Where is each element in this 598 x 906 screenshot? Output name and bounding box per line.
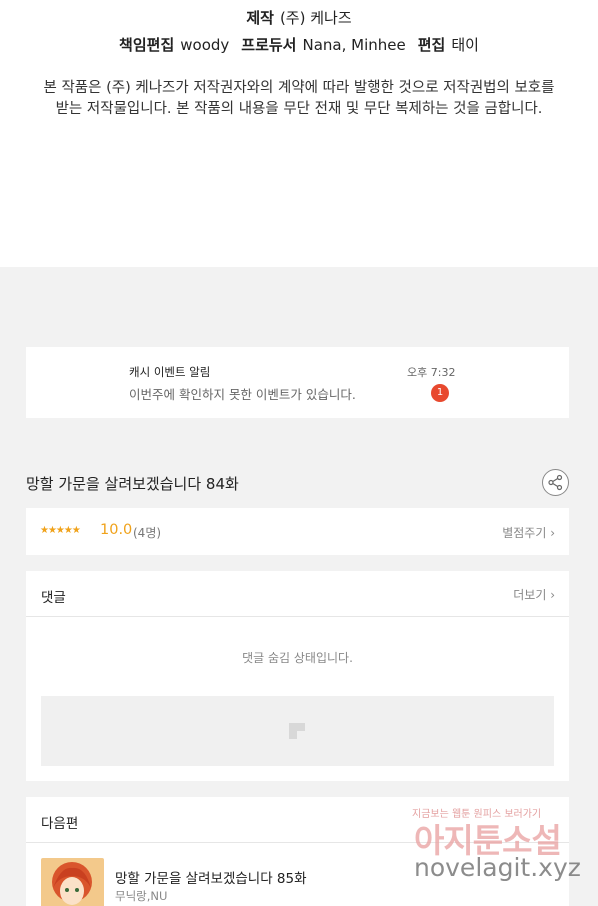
comments-header: 댓글 bbox=[41, 590, 66, 606]
rating-score: 10.0 bbox=[100, 522, 133, 538]
staff-credit: 책임편집 woody 프로듀서 Nana, Minhee 편집 태이 bbox=[119, 36, 479, 54]
rating-card: ★★★★★ 10.0 (4명) 별점주기 › bbox=[26, 508, 569, 555]
event-notification-card[interactable]: 캐시 이벤트 알림 이번주에 확인하지 못한 이벤트가 있습니다. 오후 7:3… bbox=[26, 347, 569, 418]
copyright-notice: 본 작품은 (주) 케나즈가 저작권자와의 계약에 따라 발행한 것으로 저작권… bbox=[43, 80, 555, 117]
episode-credits-section: 제작 (주) 케나즈 책임편집 woody 프로듀서 Nana, Minhee 편집 태이 … bbox=[0, 0, 598, 267]
thumbnail-image bbox=[41, 858, 104, 906]
share-icon bbox=[548, 474, 563, 491]
event-badge: 1 bbox=[431, 384, 449, 402]
comments-hidden-message: 댓글 숨김 상태입니다. bbox=[242, 651, 353, 665]
event-time: 오후 7:32 bbox=[407, 366, 456, 379]
episode-title: 망할 가문을 살려보겠습니다 84화 bbox=[26, 475, 239, 493]
rate-button[interactable]: 별점주기 › bbox=[502, 524, 555, 541]
watermark-url: novelagit.xyz bbox=[414, 853, 581, 882]
comment-placeholder-box bbox=[41, 696, 554, 766]
next-episode-title[interactable]: 망할 가문을 살려보겠습니다 85화 bbox=[115, 867, 307, 887]
watermark: 지금보는 웹툰 원피스 보러가기 아지툰소설 novelagit.xyz bbox=[408, 800, 588, 890]
rating-stars: ★★★★★ bbox=[40, 525, 81, 536]
share-button[interactable] bbox=[542, 469, 569, 496]
rating-count: (4명) bbox=[133, 526, 162, 540]
event-message: 이번주에 확인하지 못한 이벤트가 있습니다. bbox=[129, 387, 356, 402]
placeholder-image-icon bbox=[289, 723, 305, 739]
event-title: 캐시 이벤트 알림 bbox=[129, 365, 211, 379]
next-episode-author: 무닉랑,NU bbox=[115, 889, 168, 903]
divider bbox=[26, 616, 569, 617]
comments-more-button[interactable]: 더보기 › bbox=[513, 586, 555, 603]
production-credit: 제작 (주) 케나즈 bbox=[246, 9, 352, 27]
next-episode-header: 다음편 bbox=[41, 816, 79, 832]
next-episode-thumbnail[interactable] bbox=[41, 858, 104, 906]
comments-card: 댓글 더보기 › 댓글 숨김 상태입니다. bbox=[26, 571, 569, 781]
